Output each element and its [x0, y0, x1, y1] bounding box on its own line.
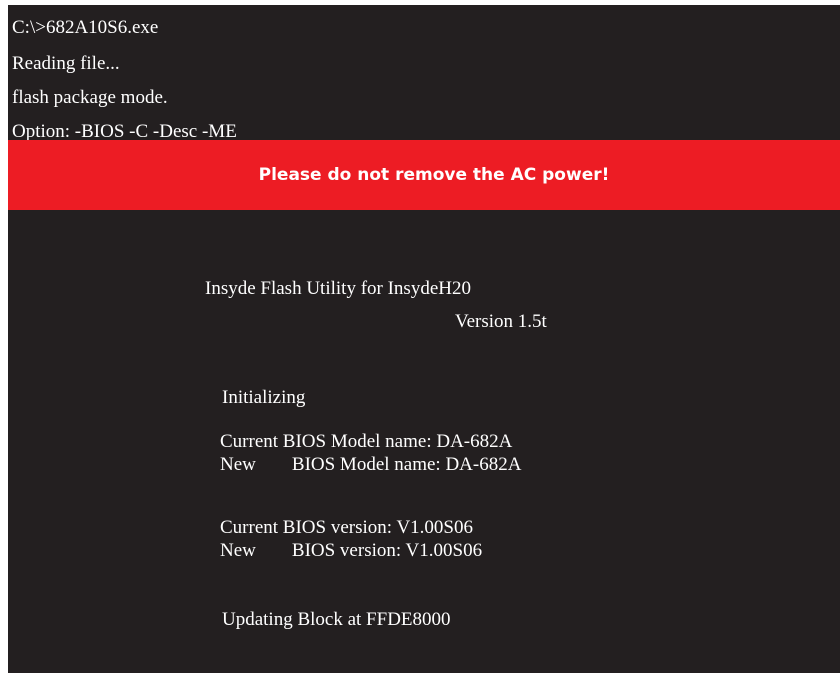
reading-file-line: Reading file...: [12, 53, 120, 74]
current-bios-version: Current BIOS version: V1.00S06: [220, 517, 473, 538]
terminal-screen: C:\>682A10S6.exe Reading file... flash p…: [8, 5, 840, 673]
new-bios-model: New BIOS Model name: DA-682A: [220, 454, 521, 476]
ac-power-warning-banner: Please do not remove the AC power!: [8, 140, 840, 210]
new-bios-model-value: BIOS Model name: DA-682A: [291, 454, 522, 475]
updating-block-status: Updating Block at FFDE8000: [222, 609, 451, 630]
initializing-status: Initializing: [222, 387, 306, 408]
flash-mode-line: flash package mode.: [12, 87, 168, 108]
command-line: C:\>682A10S6.exe: [12, 17, 159, 38]
utility-title: Insyde Flash Utility for InsydeH20: [205, 278, 471, 299]
new-bios-version: New BIOS version: V1.00S06: [220, 540, 482, 562]
ac-power-warning-text: Please do not remove the AC power!: [258, 165, 610, 185]
new-bios-version-value: BIOS version: V1.00S06: [291, 540, 483, 561]
current-bios-model: Current BIOS Model name: DA-682A: [220, 431, 513, 452]
new-prefix: New: [220, 540, 256, 561]
new-prefix: New: [220, 454, 256, 475]
utility-version: Version 1.5t: [455, 311, 547, 332]
